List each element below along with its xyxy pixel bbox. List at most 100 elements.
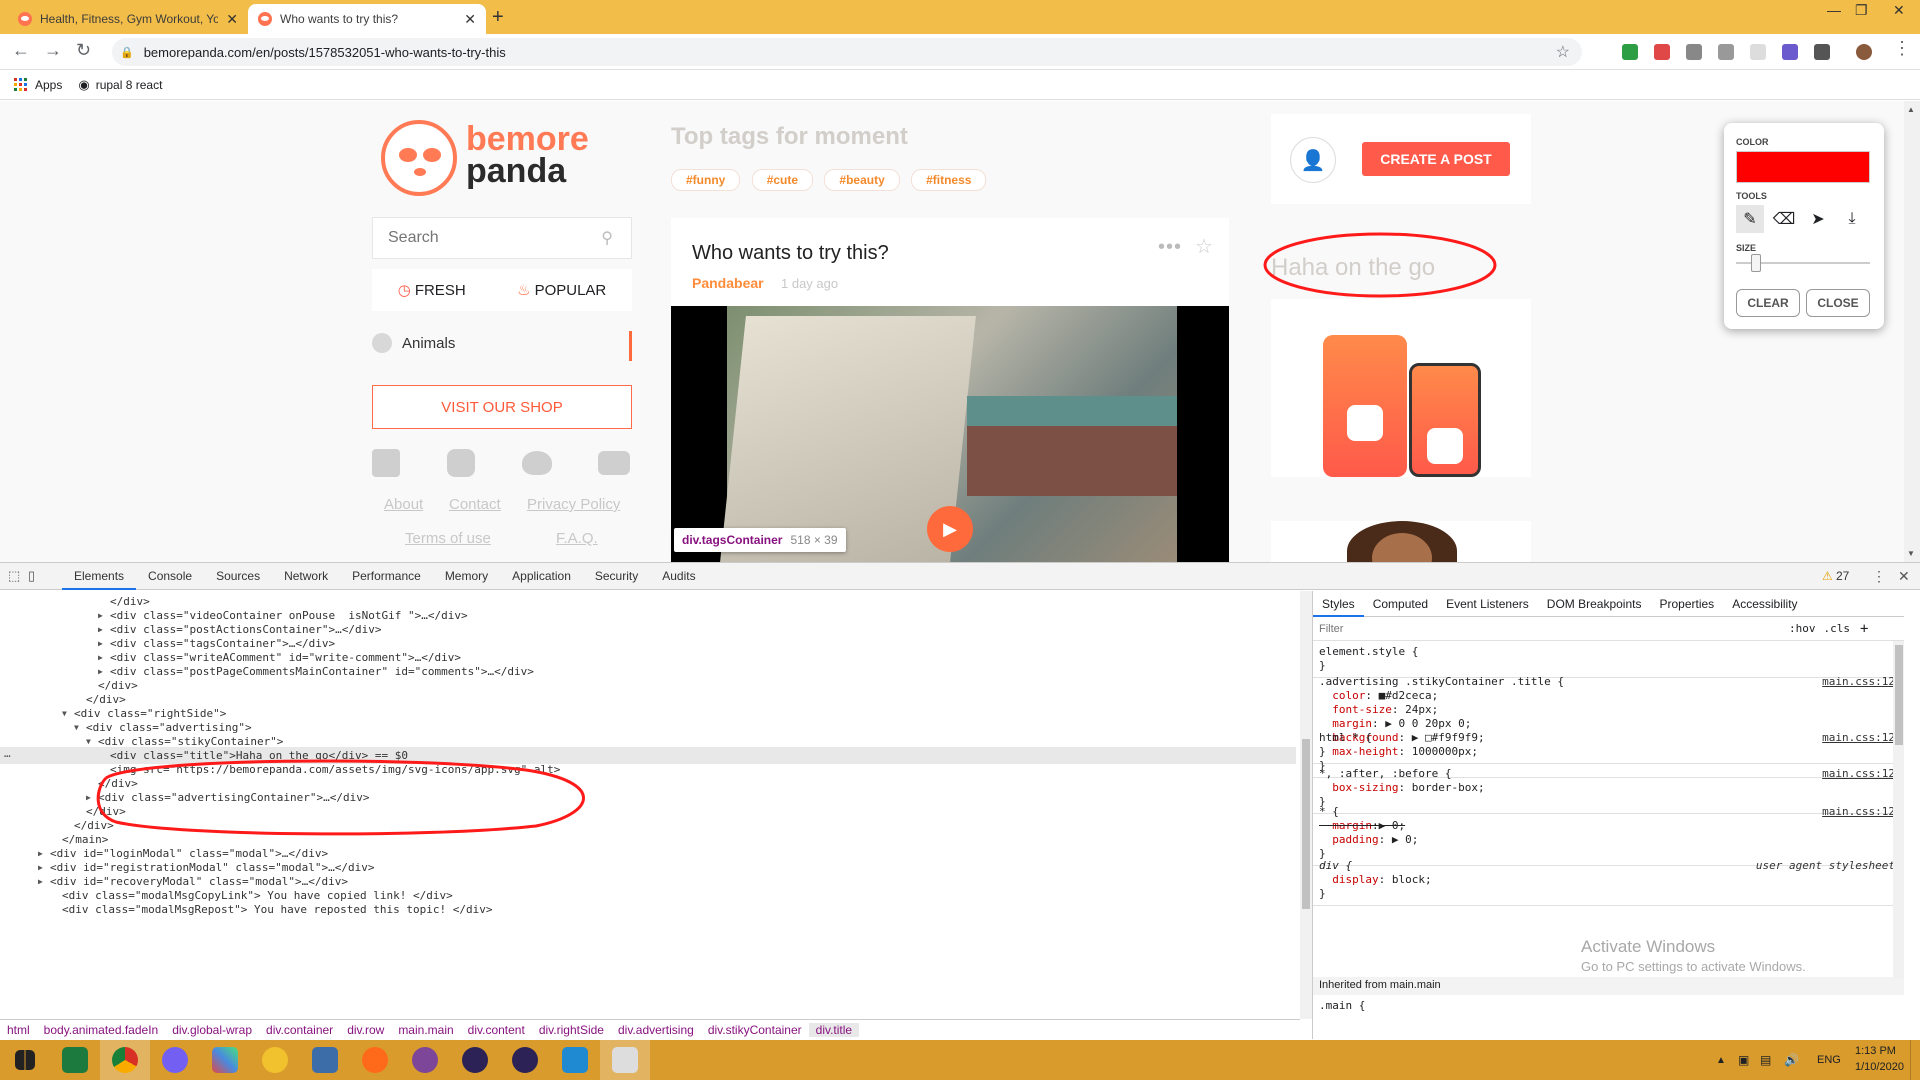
browser-tab-active[interactable]: Who wants to try this? ✕ xyxy=(248,4,486,34)
minimize-icon[interactable]: — xyxy=(1827,2,1841,18)
breadcrumb-item[interactable]: div.title xyxy=(808,1022,860,1037)
create-post-button[interactable]: CREATE A POST xyxy=(1362,142,1510,176)
facebook-icon[interactable] xyxy=(372,449,400,477)
close-button[interactable]: CLOSE xyxy=(1806,289,1870,317)
close-devtools-icon[interactable]: ✕ xyxy=(1898,568,1910,585)
browser-tab[interactable]: Health, Fitness, Gym Workout, Yo ✕ xyxy=(8,4,248,34)
style-property[interactable]: display: block; xyxy=(1319,873,1899,887)
user-icon[interactable]: 👤 xyxy=(1290,137,1336,183)
node-actions-icon[interactable]: … xyxy=(4,747,11,760)
style-property[interactable]: color: ■#d2ceca; xyxy=(1319,689,1899,703)
devtools-menu-icon[interactable]: ⋮ xyxy=(1872,568,1886,585)
tab-performance[interactable]: Performance xyxy=(340,563,433,590)
rule-source-link[interactable]: main.css:12 xyxy=(1822,675,1895,688)
viber-icon[interactable] xyxy=(150,1040,200,1080)
virtualbox-icon[interactable] xyxy=(300,1040,350,1080)
more-options-icon[interactable]: ••• xyxy=(1158,236,1182,259)
tab-event-listeners[interactable]: Event Listeners xyxy=(1437,591,1538,617)
breadcrumb-item[interactable]: div.container xyxy=(259,1023,340,1037)
tab-popular[interactable]: ♨ POPULAR xyxy=(517,281,606,300)
style-property[interactable]: font-size: 24px; xyxy=(1319,703,1899,717)
download-icon[interactable]: ⤓ xyxy=(1838,205,1866,233)
tab-memory[interactable]: Memory xyxy=(433,563,500,590)
warning-icon[interactable]: ⚠ xyxy=(1822,569,1833,583)
language-indicator[interactable]: ENG xyxy=(1817,1054,1841,1066)
video-container[interactable]: ▶ xyxy=(671,306,1229,562)
category-item[interactable]: Animals xyxy=(372,323,632,363)
tag-pill[interactable]: #cute xyxy=(751,169,814,191)
reload-icon[interactable]: ↻ xyxy=(76,40,91,61)
breadcrumb-item[interactable]: div.global-wrap xyxy=(165,1023,259,1037)
clear-button[interactable]: CLEAR xyxy=(1736,289,1800,317)
tab-application[interactable]: Application xyxy=(500,563,583,590)
close-window-icon[interactable]: ✕ xyxy=(1893,2,1905,19)
visit-shop-button[interactable]: VISIT OUR SHOP xyxy=(372,385,632,429)
logo-text-top[interactable]: bemore xyxy=(466,122,589,156)
footer-link-contact[interactable]: Contact xyxy=(449,496,501,513)
ad-card[interactable] xyxy=(1271,521,1531,562)
tray-icon[interactable]: ▣ xyxy=(1738,1053,1749,1067)
tag-pill[interactable]: #fitness xyxy=(911,169,987,191)
pencil-icon[interactable]: ✎ xyxy=(1736,205,1764,233)
address-bar[interactable]: 🔒 bemorepanda.com/en/posts/1578532051-wh… xyxy=(112,38,1582,66)
app-icon[interactable] xyxy=(250,1040,300,1080)
hover-state-toggle[interactable]: :hov xyxy=(1789,622,1816,635)
rule-source-link[interactable]: main.css:12 xyxy=(1822,731,1895,744)
styles-scrollbar[interactable] xyxy=(1893,641,1904,979)
breadcrumb-item[interactable]: body.animated.fadeIn xyxy=(37,1023,166,1037)
footer-link-privacy[interactable]: Privacy Policy xyxy=(527,496,620,513)
avatar[interactable] xyxy=(1856,44,1872,60)
tab-console[interactable]: Console xyxy=(136,563,204,590)
add-rule-icon[interactable]: + xyxy=(1860,621,1868,637)
tab-network[interactable]: Network xyxy=(272,563,340,590)
breadcrumb-item[interactable]: div.rightSide xyxy=(532,1023,611,1037)
tray-arrow-icon[interactable]: ▲ xyxy=(1716,1055,1726,1066)
post-title[interactable]: Who wants to try this? xyxy=(692,242,889,265)
tab-dom-breakpoints[interactable]: DOM Breakpoints xyxy=(1538,591,1651,617)
device-toolbar-icon[interactable]: ▯ xyxy=(28,568,62,584)
style-property[interactable]: margin:▶ 0; xyxy=(1319,819,1899,833)
inspect-element-icon[interactable]: ⬚ xyxy=(8,568,28,584)
camera-icon[interactable] xyxy=(1686,44,1702,60)
extension-icon[interactable] xyxy=(1814,44,1830,60)
clock-date[interactable]: 1/10/2020 xyxy=(1855,1061,1904,1073)
search-input[interactable] xyxy=(388,229,588,247)
network-icon[interactable]: ▤ xyxy=(1760,1053,1771,1067)
rule-source-link[interactable]: main.css:12 xyxy=(1822,805,1895,818)
breadcrumb-item[interactable]: div.stikyContainer xyxy=(701,1023,809,1037)
show-desktop-button[interactable] xyxy=(1910,1040,1914,1080)
tab-computed[interactable]: Computed xyxy=(1364,591,1437,617)
clock-time[interactable]: 1:13 PM xyxy=(1855,1045,1896,1057)
footer-link-faq[interactable]: F.A.Q. xyxy=(556,530,598,547)
breadcrumb-item[interactable]: div.row xyxy=(340,1023,391,1037)
extension-icon[interactable] xyxy=(1622,44,1638,60)
extension-icon[interactable] xyxy=(1750,44,1766,60)
tag-pill[interactable]: #beauty xyxy=(824,169,900,191)
eraser-icon[interactable]: ⌫ xyxy=(1770,205,1798,233)
close-tab-icon[interactable]: ✕ xyxy=(226,11,238,28)
firefox-icon[interactable] xyxy=(350,1040,400,1080)
tor-browser-icon[interactable] xyxy=(400,1040,450,1080)
restore-icon[interactable]: ❐ xyxy=(1855,2,1868,19)
footer-link-terms[interactable]: Terms of use xyxy=(405,530,491,547)
tab-fresh[interactable]: ◷ FRESH xyxy=(398,281,466,300)
back-icon[interactable]: ← xyxy=(12,40,30,61)
style-property[interactable]: } xyxy=(1319,887,1899,901)
panda-logo-icon[interactable] xyxy=(381,120,457,196)
tab-accessibility[interactable]: Accessibility xyxy=(1723,591,1806,617)
new-tab-icon[interactable]: + xyxy=(492,6,504,29)
tab-security[interactable]: Security xyxy=(583,563,650,590)
class-toggle[interactable]: .cls xyxy=(1824,622,1851,635)
dom-node[interactable]: <div class="modalMsgRepost"> You have re… xyxy=(0,901,1296,918)
play-button-icon[interactable]: ▶ xyxy=(927,506,973,552)
style-property[interactable]: max-height: 1000000px; xyxy=(1319,745,1899,759)
close-tab-icon[interactable]: ✕ xyxy=(464,11,476,28)
page-scrollbar[interactable]: ▲ ▼ xyxy=(1904,101,1920,562)
extension-pen-icon[interactable] xyxy=(1654,44,1670,60)
tab-audits[interactable]: Audits xyxy=(650,563,707,590)
app-ad-card[interactable] xyxy=(1271,299,1531,477)
search-box[interactable]: ⚲ xyxy=(372,217,632,259)
breadcrumb-item[interactable]: main.main xyxy=(391,1023,460,1037)
elements-scrollbar[interactable] xyxy=(1300,591,1312,1019)
logo-text-bottom[interactable]: panda xyxy=(466,154,566,188)
